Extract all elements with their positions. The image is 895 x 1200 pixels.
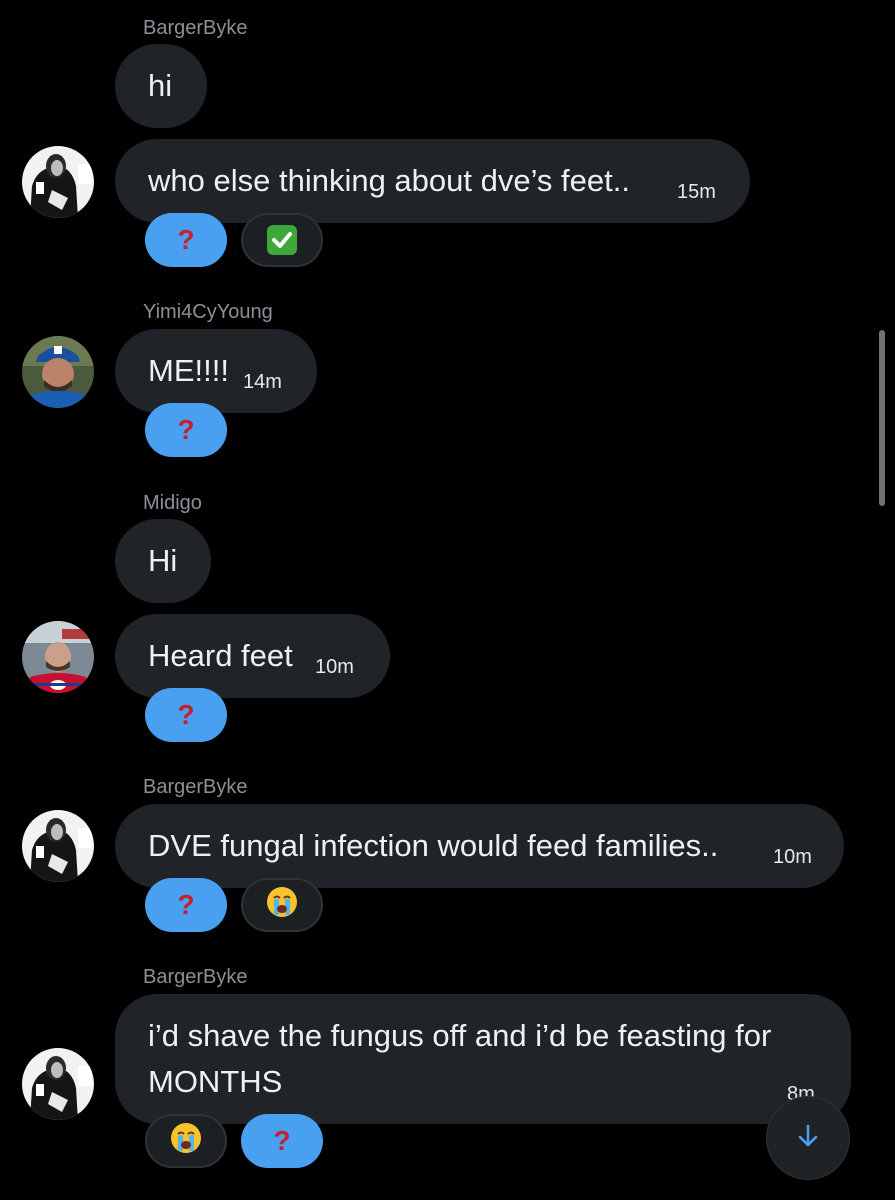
- reaction-question-mark[interactable]: ?: [145, 688, 227, 742]
- sender-name: Yimi4CyYoung: [143, 301, 273, 323]
- avatar-image: [22, 146, 94, 218]
- reaction-question-mark[interactable]: ?: [145, 213, 227, 267]
- sender-name: BargerByke: [143, 966, 248, 988]
- reaction-question-mark[interactable]: ?: [241, 1114, 323, 1168]
- scroll-to-bottom-button[interactable]: [766, 1096, 850, 1180]
- message-text: hi: [148, 68, 173, 103]
- message-text-line-1: i’d shave the fungus off and i’d be feas…: [148, 1018, 772, 1053]
- message-text-line-2: MONTHS: [148, 1064, 283, 1099]
- sender-name: Midigo: [143, 492, 202, 514]
- red-question-mark-icon: ?: [273, 1125, 291, 1156]
- avatar[interactable]: [22, 621, 94, 693]
- avatar-image: [22, 621, 94, 693]
- avatar-image: [22, 1048, 94, 1120]
- red-question-mark-icon: ?: [177, 889, 195, 920]
- reaction-question-mark[interactable]: ?: [145, 878, 227, 932]
- red-question-mark-icon: ?: [177, 699, 195, 730]
- red-question-mark-icon: ?: [177, 414, 195, 445]
- message-timestamp: 10m: [315, 656, 354, 678]
- sender-name: BargerByke: [143, 776, 248, 798]
- message-text: Hi: [148, 543, 178, 578]
- message-text: who else thinking about dve’s feet..: [148, 163, 630, 198]
- reaction-check-mark[interactable]: [241, 213, 323, 267]
- arrow-down-icon: [793, 1121, 823, 1156]
- message-bubble[interactable]: ME!!!! 14m: [115, 329, 317, 413]
- message-bubble[interactable]: who else thinking about dve’s feet.. 15m: [115, 139, 750, 223]
- sender-name: BargerByke: [143, 17, 248, 39]
- message-bubble[interactable]: Hi: [115, 519, 211, 603]
- check-mark-button-icon: [267, 225, 297, 255]
- message-bubble[interactable]: i’d shave the fungus off and i’d be feas…: [115, 994, 851, 1124]
- message-timestamp: 10m: [773, 846, 812, 868]
- red-question-mark-icon: ?: [177, 224, 195, 255]
- avatar[interactable]: [22, 1048, 94, 1120]
- avatar[interactable]: [22, 336, 94, 408]
- message-text: Heard feet: [148, 638, 293, 673]
- loudly-crying-face-icon: [169, 1121, 203, 1162]
- reaction-crying[interactable]: [241, 878, 323, 932]
- scrollbar-thumb[interactable]: [879, 330, 885, 506]
- avatar[interactable]: [22, 146, 94, 218]
- message-bubble[interactable]: DVE fungal infection would feed families…: [115, 804, 844, 888]
- message-text: DVE fungal infection would feed families…: [148, 828, 719, 863]
- reaction-question-mark[interactable]: ?: [145, 403, 227, 457]
- message-timestamp: 15m: [677, 181, 716, 203]
- message-timestamp: 14m: [243, 371, 282, 393]
- message-bubble[interactable]: hi: [115, 44, 207, 128]
- message-bubble[interactable]: Heard feet 10m: [115, 614, 390, 698]
- reaction-crying[interactable]: [145, 1114, 227, 1168]
- avatar-image: [22, 810, 94, 882]
- message-text: ME!!!!: [148, 353, 229, 388]
- loudly-crying-face-icon: [265, 885, 299, 926]
- avatar-image: [22, 336, 94, 408]
- avatar[interactable]: [22, 810, 94, 882]
